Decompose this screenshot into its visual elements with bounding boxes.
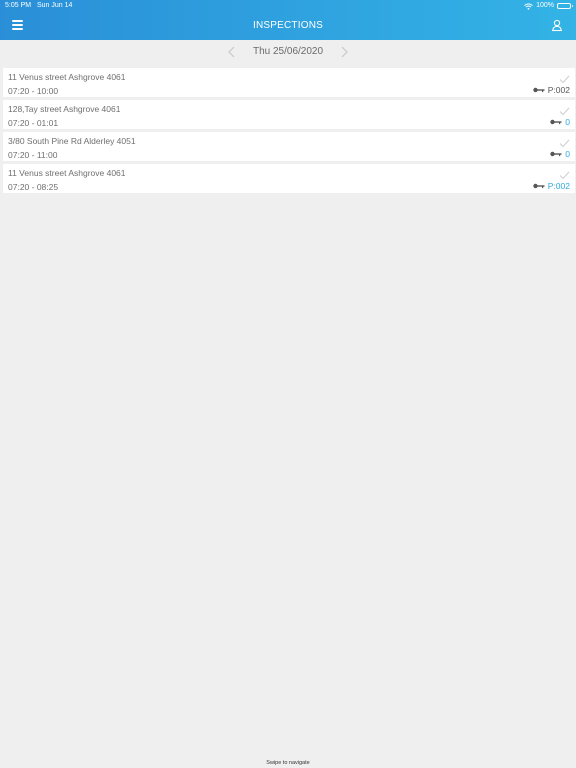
key-code: P:002 [547, 181, 570, 191]
inspection-item[interactable]: 3/80 South Pine Rd Alderley 4051 07:20 -… [3, 132, 575, 161]
inspection-item[interactable]: 11 Venus street Ashgrove 4061 07:20 - 10… [3, 68, 575, 97]
inspection-address: 128,Tay street Ashgrove 4061 [8, 104, 121, 114]
inspection-address: 11 Venus street Ashgrove 4061 [8, 168, 126, 178]
key-icon [533, 183, 545, 189]
status-right: 100% [524, 0, 573, 12]
key-info: 0 [550, 117, 570, 127]
battery-icon [557, 3, 573, 9]
status-bar: 5:05 PM Sun Jun 14 100% [0, 0, 576, 12]
checkmark-icon[interactable] [559, 71, 570, 84]
inspection-item[interactable]: 128,Tay street Ashgrove 4061 07:20 - 01:… [3, 100, 575, 129]
wifi-icon [524, 2, 533, 10]
user-location-icon[interactable] [550, 18, 564, 32]
date-label: Thu 25/06/2020 [252, 46, 324, 57]
key-code: 0 [565, 117, 570, 127]
inspection-address: 3/80 South Pine Rd Alderley 4051 [8, 136, 136, 146]
page-title: INSPECTIONS [253, 20, 323, 31]
swipe-hint: Swipe to navigate [266, 760, 310, 766]
key-info: P:002 [533, 85, 570, 95]
key-icon [550, 119, 562, 125]
inspection-time: 07:20 - 10:00 [8, 86, 59, 96]
status-date: Sun Jun 14 [37, 2, 73, 9]
inspection-address: 11 Venus street Ashgrove 4061 [8, 72, 126, 82]
key-icon [550, 151, 562, 157]
checkmark-icon[interactable] [559, 135, 570, 148]
key-info: 0 [550, 149, 570, 159]
chevron-right-icon[interactable] [338, 45, 350, 59]
checkmark-icon[interactable] [559, 103, 570, 116]
key-info: P:002 [533, 181, 570, 191]
inspection-time: 07:20 - 08:25 [8, 182, 59, 192]
key-code: P:002 [547, 85, 570, 95]
key-icon [533, 87, 545, 93]
inspection-time: 07:20 - 11:00 [8, 150, 58, 160]
battery-percent: 100% [536, 2, 554, 9]
nav-row: INSPECTIONS [0, 12, 576, 40]
inspection-time: 07:20 - 01:01 [8, 118, 59, 128]
header: 5:05 PM Sun Jun 14 100% INSPECTIONS [0, 0, 576, 40]
date-navigation: Thu 25/06/2020 [0, 40, 576, 64]
checkmark-icon[interactable] [559, 167, 570, 180]
status-time: 5:05 PM [5, 2, 32, 9]
key-code: 0 [565, 149, 570, 159]
app: 5:05 PM Sun Jun 14 100% INSPECTIONS Thu … [0, 0, 576, 768]
inspection-list: 11 Venus street Ashgrove 4061 07:20 - 10… [3, 68, 575, 196]
inspection-item[interactable]: 11 Venus street Ashgrove 4061 07:20 - 08… [3, 164, 575, 193]
